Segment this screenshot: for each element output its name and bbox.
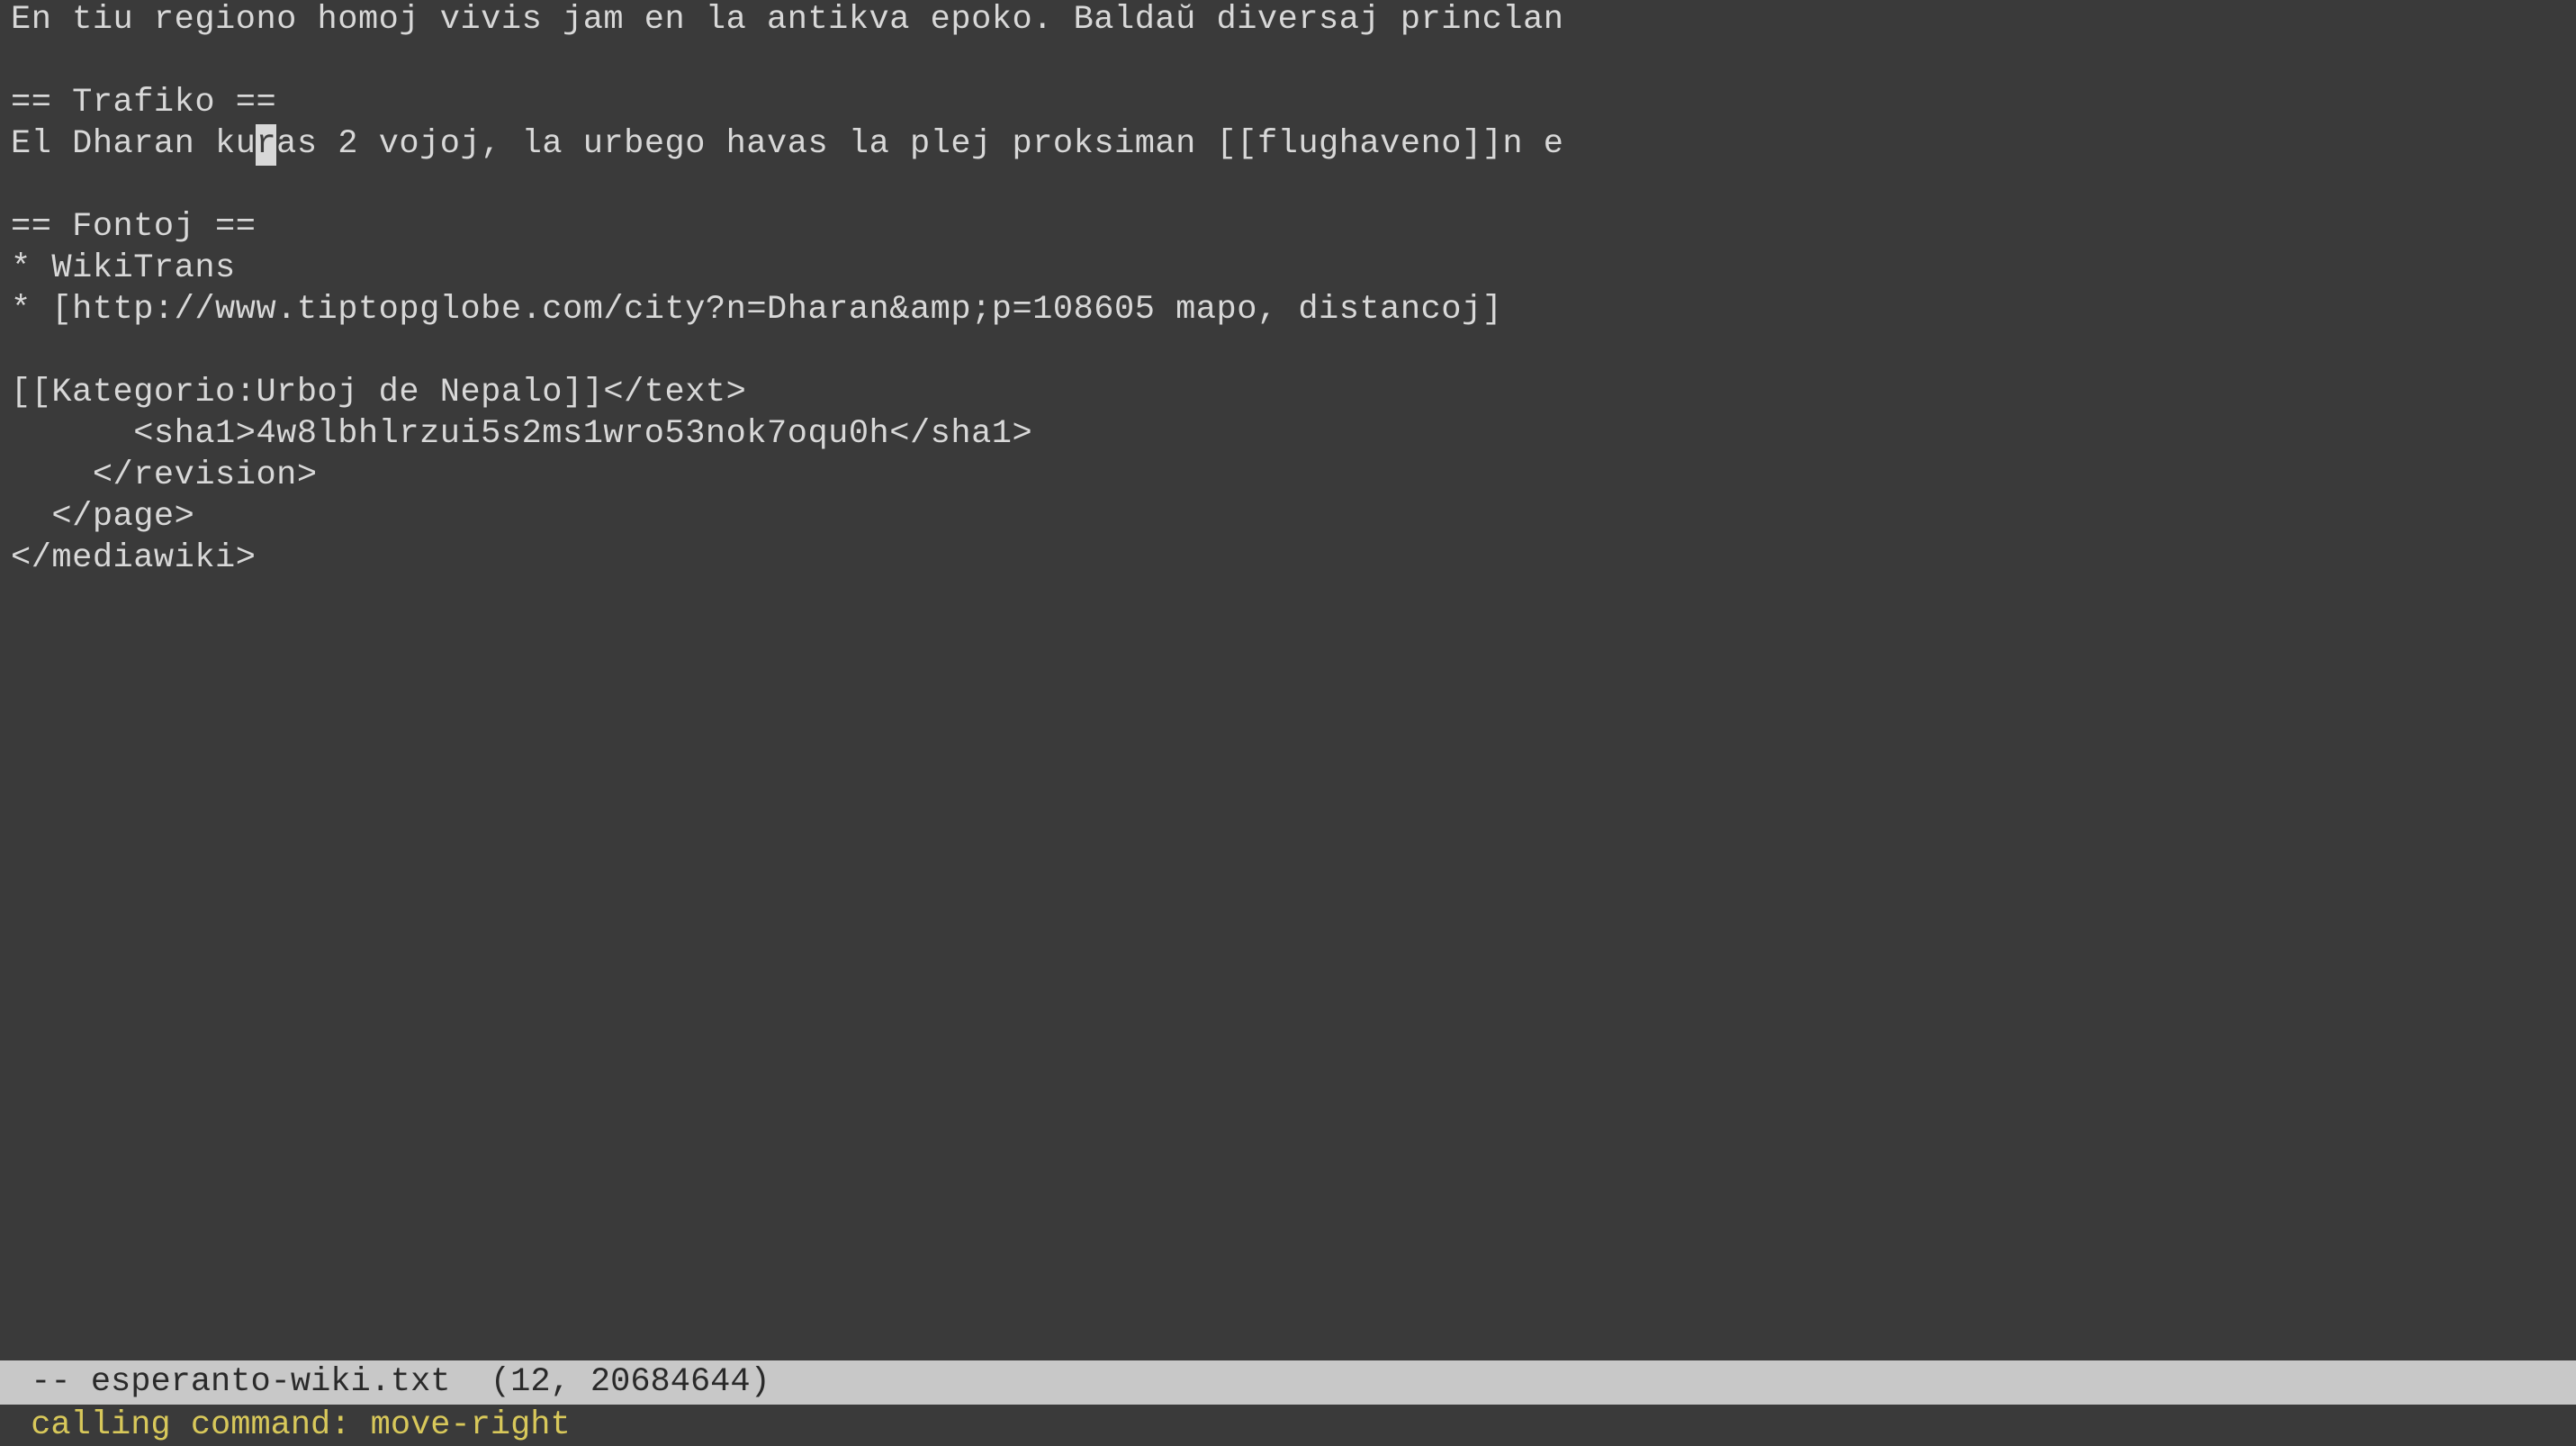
editor-line[interactable]: En tiu regiono homoj vivis jam en la ant… <box>11 0 2565 41</box>
editor-line[interactable]: </page> <box>11 497 2565 538</box>
editor-content[interactable]: En tiu regiono homoj vivis jam en la ant… <box>0 0 2576 580</box>
command-line: calling command: move-right <box>0 1405 2576 1446</box>
editor-line[interactable]: </revision> <box>11 456 2565 497</box>
text-after-cursor: as 2 vojoj, la urbego havas la plej prok… <box>276 125 1563 163</box>
editor-line[interactable]: == Trafiko == <box>11 83 2565 124</box>
status-position: (12, 20684644) <box>451 1363 770 1401</box>
editor-line[interactable] <box>11 166 2565 207</box>
editor-line[interactable]: </mediawiki> <box>11 538 2565 580</box>
editor-line[interactable]: [[Kategorio:Urboj de Nepalo]]</text> <box>11 373 2565 414</box>
editor-line[interactable]: <sha1>4w8lbhlrzui5s2ms1wro53nok7oqu0h</s… <box>11 414 2565 456</box>
status-filename: esperanto-wiki.txt <box>91 1363 451 1401</box>
command-prefix: calling command: <box>11 1406 371 1444</box>
editor-line[interactable] <box>11 331 2565 373</box>
status-bar: -- esperanto-wiki.txt (12, 20684644) <box>0 1360 2576 1405</box>
editor-line[interactable] <box>11 41 2565 83</box>
text-cursor: r <box>256 124 276 166</box>
editor-line[interactable]: * [http://www.tiptopglobe.com/city?n=Dha… <box>11 290 2565 331</box>
command-name: move-right <box>371 1406 571 1444</box>
text-before-cursor: El Dharan ku <box>11 125 256 163</box>
editor-line[interactable]: El Dharan kuras 2 vojoj, la urbego havas… <box>11 124 2565 166</box>
editor-line[interactable]: == Fontoj == <box>11 207 2565 249</box>
status-prefix: -- <box>11 1363 91 1401</box>
editor-line[interactable]: * WikiTrans <box>11 249 2565 290</box>
